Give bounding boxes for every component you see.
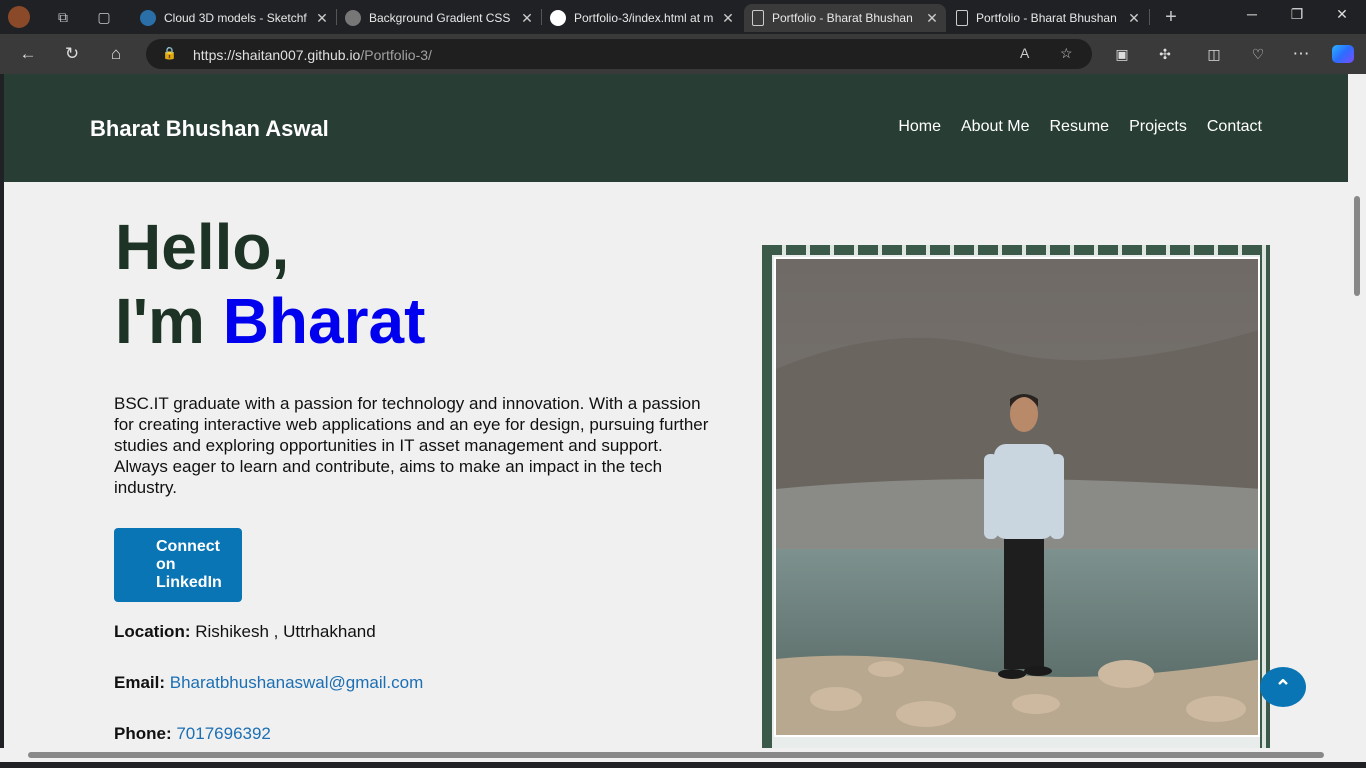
nav-menu: Home About Me Resume Projects Contact	[898, 118, 1262, 136]
taskbar-edge	[0, 762, 1366, 768]
email-label: Email:	[114, 673, 166, 692]
location-value: Rishikesh , Uttrhakhand	[195, 622, 376, 641]
tab-actions-icon[interactable]: ▢	[93, 6, 115, 28]
more-menu-icon[interactable]: ⋯	[1289, 42, 1313, 66]
nav-projects[interactable]: Projects	[1129, 118, 1187, 136]
close-tab-icon[interactable]: ✕	[519, 10, 535, 27]
refresh-icon[interactable]: ↻	[60, 42, 84, 66]
email-line: Email: Bharatbhushanaswal@gmail.com	[114, 673, 423, 693]
close-tab-icon[interactable]: ✕	[720, 10, 736, 27]
phone-line: Phone: 7017696392	[114, 724, 271, 744]
gradient-site-icon	[345, 10, 361, 26]
tab-portfolio[interactable]: Portfolio - Bharat Bhushan ✕	[948, 4, 1148, 32]
email-link[interactable]: Bharatbhushanaswal@gmail.com	[170, 673, 424, 692]
hero-name: Bharat	[222, 285, 426, 357]
hero-prefix: I'm	[115, 285, 223, 357]
hero-line-1: Hello,	[115, 211, 290, 283]
address-bar[interactable]: 🔒 https://shaitan007.github.io/Portfolio…	[146, 39, 1092, 69]
linkedin-button[interactable]: Connect on LinkedIn	[114, 528, 242, 602]
phone-link[interactable]: 7017696392	[176, 724, 271, 743]
nav-home[interactable]: Home	[898, 118, 941, 136]
workspaces-icon[interactable]: ⧉	[52, 6, 74, 28]
close-tab-icon[interactable]: ✕	[924, 10, 940, 27]
tab-gradient[interactable]: Background Gradient CSS ✕	[337, 4, 541, 32]
copilot-icon[interactable]	[1331, 42, 1355, 66]
split-screen-icon[interactable]: ◫	[1202, 42, 1226, 66]
url-path: /Portfolio-3/	[360, 47, 432, 63]
location-label: Location:	[114, 622, 191, 641]
sketchfab-icon	[140, 10, 156, 26]
chevron-up-icon: ⌃	[1274, 676, 1292, 699]
horizontal-scrollbar[interactable]	[0, 748, 1366, 762]
tab-sketchfab[interactable]: Cloud 3D models - Sketchf ✕	[132, 4, 336, 32]
site-brand[interactable]: Bharat Bhushan Aswal	[90, 116, 329, 142]
github-icon	[550, 10, 566, 26]
site-navbar: Bharat Bhushan Aswal Home About Me Resum…	[4, 74, 1348, 182]
read-aloud-icon[interactable]: A	[1020, 45, 1029, 61]
home-icon[interactable]: ⌂	[104, 42, 128, 66]
hero-bio: BSC.IT graduate with a passion for techn…	[114, 394, 709, 497]
nav-about[interactable]: About Me	[961, 118, 1029, 136]
lock-icon: 🔒	[162, 46, 177, 60]
vertical-scroll-thumb[interactable]	[1354, 196, 1360, 296]
restore-icon[interactable]: ❐	[1282, 6, 1312, 23]
tab-portfolio-active[interactable]: Portfolio - Bharat Bhushan ✕	[744, 4, 946, 32]
page-icon	[752, 10, 764, 26]
close-tab-icon[interactable]: ✕	[1126, 10, 1142, 27]
url-text[interactable]: https://shaitan007.github.io/Portfolio-3…	[193, 47, 432, 63]
photo-frame	[762, 245, 1270, 748]
tab-title: Cloud 3D models - Sketchf	[164, 11, 307, 25]
tab-separator	[1149, 9, 1150, 25]
location-line: Location: Rishikesh , Uttrhakhand	[114, 622, 376, 642]
tab-title: Portfolio-3/index.html at m	[574, 11, 714, 25]
hero-line-2: I'm Bharat	[115, 284, 425, 358]
close-tab-icon[interactable]: ✕	[314, 10, 330, 27]
page-viewport: Bharat Bhushan Aswal Home About Me Resum…	[4, 74, 1348, 748]
url-host: https://shaitan007.github.io	[193, 47, 361, 63]
nav-contact[interactable]: Contact	[1207, 118, 1262, 136]
hero-heading: Hello, I'm Bharat	[115, 210, 425, 358]
profile-photo	[774, 257, 1260, 737]
new-tab-icon[interactable]: +	[1160, 6, 1182, 28]
extensions-puzzle-icon[interactable]: ✣	[1153, 42, 1177, 66]
tab-title: Background Gradient CSS	[369, 11, 511, 25]
favorite-star-icon[interactable]: ☆	[1060, 45, 1073, 62]
collections-icon[interactable]: ♡	[1246, 42, 1270, 66]
nav-resume[interactable]: Resume	[1049, 118, 1109, 136]
horizontal-scroll-thumb[interactable]	[28, 752, 1324, 758]
extension-icon[interactable]: ▣	[1110, 42, 1134, 66]
tab-title: Portfolio - Bharat Bhushan	[976, 11, 1117, 25]
browser-toolbar: ← ↻ ⌂ 🔒 https://shaitan007.github.io/Por…	[0, 34, 1366, 74]
profile-avatar-icon[interactable]	[8, 6, 30, 28]
close-window-icon[interactable]: ✕	[1327, 6, 1357, 23]
profile-photo-image	[776, 259, 1258, 735]
tab-bar: ⧉ ▢ Cloud 3D models - Sketchf ✕ Backgrou…	[0, 0, 1366, 34]
tab-github[interactable]: Portfolio-3/index.html at m ✕	[542, 4, 742, 32]
back-icon[interactable]: ←	[16, 42, 40, 66]
tab-title: Portfolio - Bharat Bhushan	[772, 11, 913, 25]
vertical-scrollbar[interactable]	[1348, 74, 1366, 748]
page-icon	[956, 10, 968, 26]
minimize-icon[interactable]: ─	[1237, 6, 1267, 22]
phone-label: Phone:	[114, 724, 172, 743]
scroll-to-top-button[interactable]: ⌃	[1260, 667, 1306, 707]
